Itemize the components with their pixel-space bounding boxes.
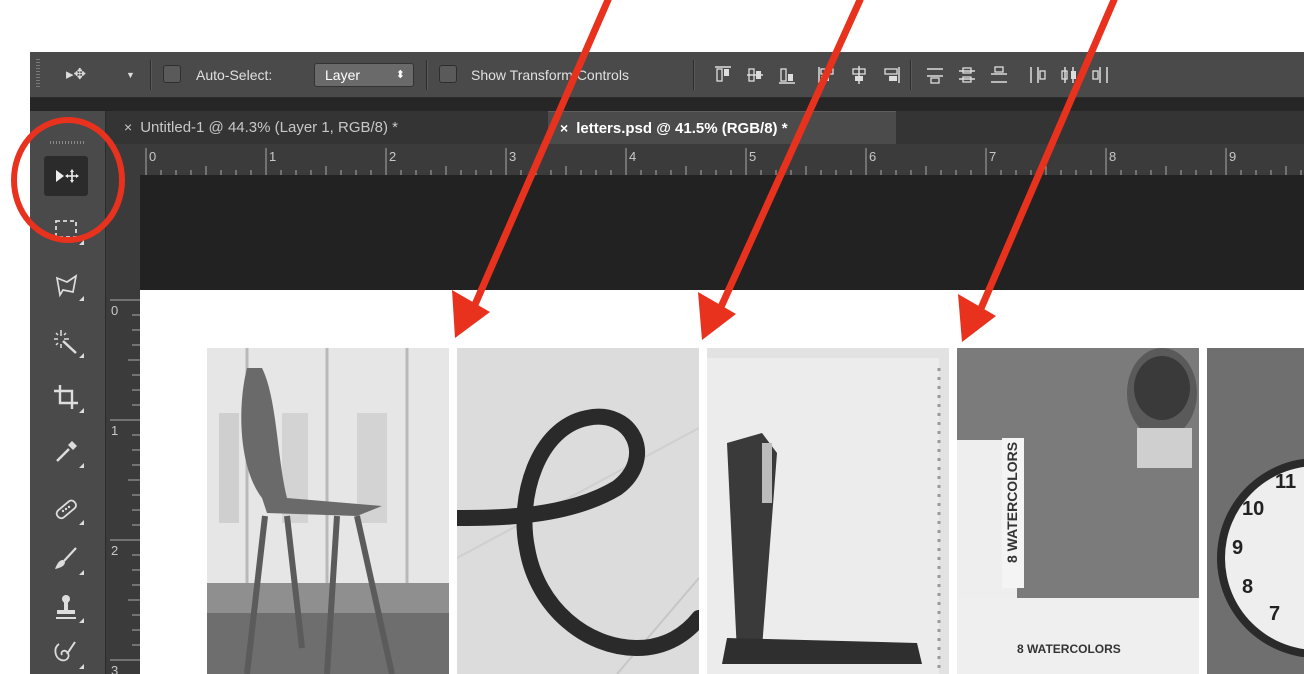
crop-icon [54, 385, 78, 409]
polygonal-lasso-icon [55, 274, 78, 298]
healing-brush-tool-button[interactable] [44, 489, 88, 529]
divider [910, 60, 912, 90]
photo-chair[interactable] [207, 348, 449, 674]
vertical-ruler[interactable]: 0 1 2 3 [106, 175, 141, 674]
align-vertical-centers-icon[interactable] [744, 64, 766, 86]
history-brush-icon [54, 641, 76, 662]
ruler-label: 1 [269, 149, 276, 164]
ruler-ticks: 0 1 2 3 [110, 299, 140, 674]
close-icon[interactable]: × [560, 120, 568, 136]
distribute-horizontal-centers-icon[interactable] [1058, 64, 1080, 86]
watercolors-box-text: 8 WATERCOLORS [1004, 442, 1020, 563]
distribute-right-edges-icon[interactable] [1090, 64, 1112, 86]
updown-arrow-icon: ⬍ [395, 69, 405, 81]
show-transform-label: Show Transform Controls [471, 67, 629, 83]
photo-clock[interactable]: 10 11 9 8 7 [1207, 348, 1304, 674]
auto-select-label: Auto-Select: [196, 67, 273, 83]
brush-tool-button[interactable] [44, 539, 88, 579]
tab-untitled-1[interactable]: × Untitled-1 @ 44.3% (Layer 1, RGB/8) * [118, 111, 546, 144]
bandage-icon [55, 499, 77, 520]
divider [426, 60, 428, 90]
clock-number: 10 [1242, 498, 1264, 520]
align-bottom-edges-icon[interactable] [776, 64, 798, 86]
divider [150, 60, 152, 90]
eyedropper-icon [56, 441, 77, 462]
close-icon[interactable]: × [124, 119, 132, 135]
ruler-label: 8 [1109, 149, 1116, 164]
magic-wand-tool-button[interactable] [44, 322, 88, 362]
distribute-top-edges-icon[interactable] [924, 64, 946, 86]
align-top-edges-icon[interactable] [712, 64, 734, 86]
tab-label: letters.psd @ 41.5% (RGB/8) * [576, 120, 788, 137]
ruler-ticks: 0 1 2 3 4 5 6 7 8 9 [145, 148, 1302, 175]
ruler-label: 3 [111, 663, 118, 674]
stamp-icon [56, 595, 76, 619]
rectangular-marquee-icon [55, 220, 77, 238]
horizontal-ruler[interactable]: 0 1 2 3 4 5 6 7 8 9 [106, 144, 1304, 176]
ruler-label: 1 [111, 423, 118, 438]
ruler-label: 9 [1229, 149, 1236, 164]
crop-tool-button[interactable] [44, 377, 88, 417]
distribute-vertical-centers-icon[interactable] [956, 64, 978, 86]
move-tool-icon: ▸✥ [66, 66, 87, 83]
align-horizontal-centers-icon[interactable] [848, 64, 870, 86]
photo-stapler[interactable] [707, 348, 949, 674]
options-bar: ▸✥ ▼ Auto-Select: Layer ⬍ Show Transform… [30, 52, 1304, 98]
brush-icon [55, 547, 77, 569]
eyedropper-tool-button[interactable] [44, 432, 88, 472]
divider [693, 60, 695, 90]
tools-panel [30, 111, 106, 674]
auto-select-dropdown[interactable]: Layer ⬍ [314, 63, 414, 87]
options-bar-grip[interactable] [36, 59, 40, 89]
ruler-label: 3 [509, 149, 516, 164]
marquee-tool-button[interactable] [44, 209, 88, 249]
ruler-label: 7 [989, 149, 996, 164]
ruler-label: 2 [389, 149, 396, 164]
photo-watercolors[interactable]: 8 WATERCOLORS 8 WATERCOLORS [957, 348, 1199, 674]
ruler-label: 4 [629, 149, 636, 164]
move-tool-icon [56, 169, 79, 183]
ruler-label: 2 [111, 543, 118, 558]
align-left-edges-icon[interactable] [816, 64, 838, 86]
clock-number: 7 [1269, 603, 1280, 625]
auto-select-checkbox[interactable] [163, 65, 181, 83]
move-tool-button[interactable] [44, 156, 88, 196]
clock-number: 11 [1275, 471, 1296, 493]
distribute-left-edges-icon[interactable] [1026, 64, 1048, 86]
ruler-label: 0 [149, 149, 156, 164]
distribute-bottom-edges-icon[interactable] [988, 64, 1010, 86]
clone-stamp-tool-button[interactable] [44, 587, 88, 627]
photo-cable-letter-e[interactable] [457, 348, 699, 674]
history-brush-tool-button[interactable] [44, 633, 88, 673]
ruler-label: 5 [749, 149, 756, 164]
tool-preset-picker[interactable]: ▸✥ ▼ [66, 60, 136, 90]
panel-grip[interactable] [50, 141, 86, 144]
clock-number: 9 [1232, 537, 1243, 559]
watercolors-box-text: 8 WATERCOLORS [1017, 642, 1121, 656]
ruler-label: 6 [869, 149, 876, 164]
tab-letters-psd[interactable]: × letters.psd @ 41.5% (RGB/8) * [548, 111, 896, 144]
auto-select-value: Layer [325, 67, 361, 83]
clock-number: 8 [1242, 576, 1253, 598]
tab-label: Untitled-1 @ 44.3% (Layer 1, RGB/8) * [140, 119, 399, 136]
show-transform-checkbox[interactable] [439, 65, 457, 83]
ruler-label: 0 [111, 303, 118, 318]
chevron-down-icon: ▼ [126, 70, 135, 80]
align-right-edges-icon[interactable] [880, 64, 902, 86]
lasso-tool-button[interactable] [44, 265, 88, 305]
magic-wand-icon [54, 330, 77, 354]
